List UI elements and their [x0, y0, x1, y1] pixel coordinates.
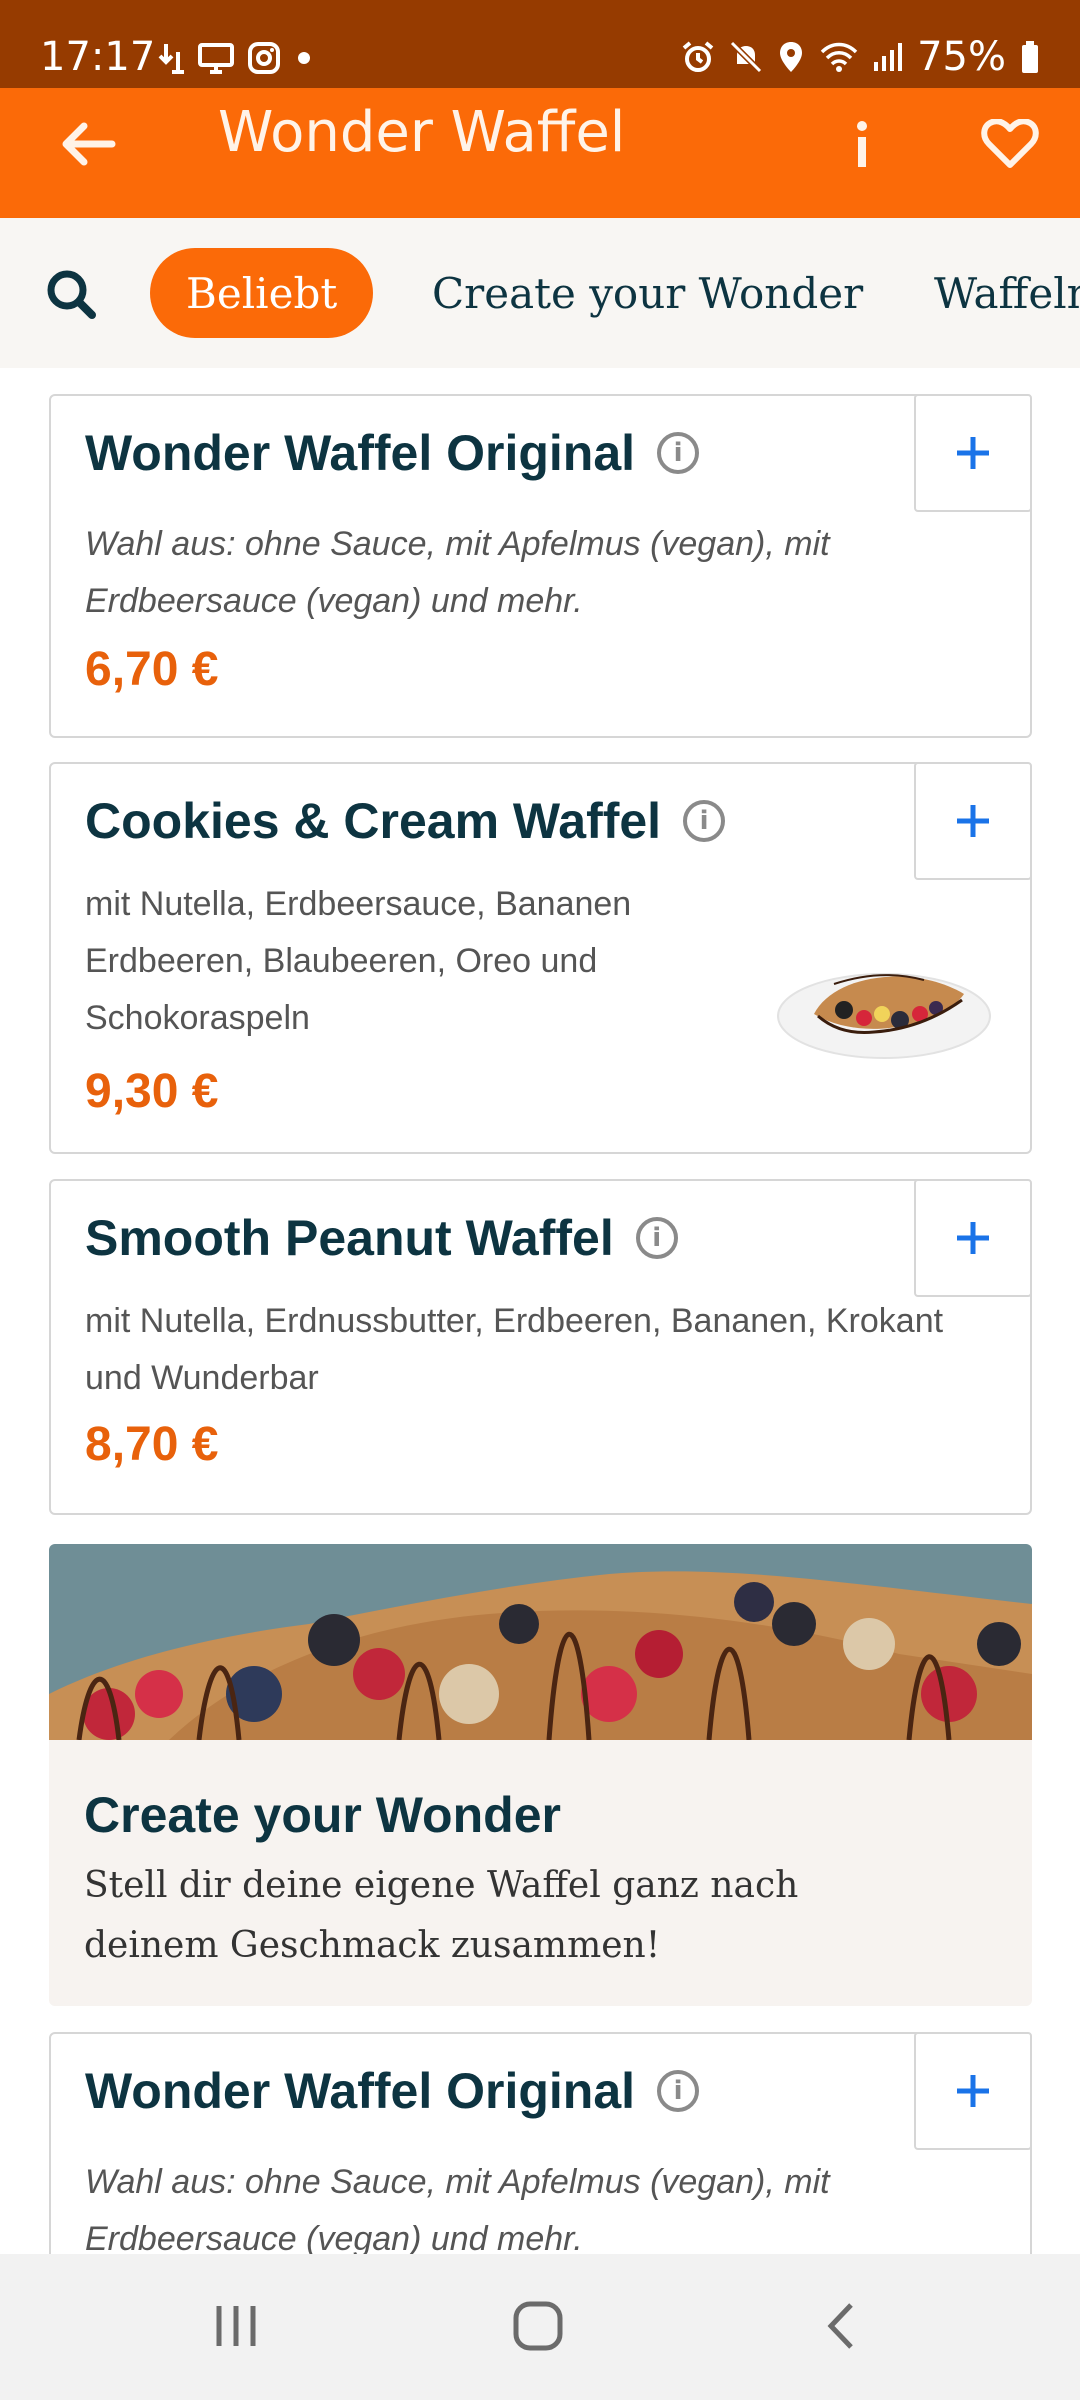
- add-to-cart-button[interactable]: [914, 762, 1032, 880]
- plus-icon: [957, 2075, 989, 2107]
- home-icon: [513, 2301, 563, 2351]
- tab-waffeln[interactable]: Waffeln: [934, 248, 1080, 338]
- status-left-icons: [158, 40, 314, 76]
- product-name: Wonder Waffel Original: [85, 2063, 636, 2119]
- product-price: 6,70 €: [85, 643, 219, 696]
- info-icon: [857, 121, 867, 167]
- product-price: 8,70 €: [85, 1418, 219, 1471]
- status-time: 17:17: [40, 34, 156, 80]
- back-button[interactable]: [52, 108, 124, 180]
- tab-beliebt[interactable]: Beliebt: [150, 248, 374, 338]
- add-to-cart-button[interactable]: [914, 1179, 1032, 1297]
- instagram-icon: [248, 42, 280, 74]
- product-info-icon[interactable]: i: [657, 2070, 700, 2112]
- product-card[interactable]: Smooth Peanut Waffel i mit Nutella, Erdn…: [49, 1179, 1032, 1515]
- info-button[interactable]: [826, 108, 898, 180]
- signal-icon: [874, 43, 903, 71]
- product-title-row: Wonder Waffel Original i: [85, 424, 700, 482]
- alarm-icon: [682, 41, 714, 72]
- product-image[interactable]: [774, 944, 994, 1064]
- app-bar: Wonder Waffel: [0, 88, 1080, 218]
- favorite-button[interactable]: [970, 108, 1050, 180]
- recent-apps-icon: [216, 2306, 256, 2346]
- product-info-icon[interactable]: i: [657, 432, 700, 474]
- product-info-icon[interactable]: i: [683, 800, 726, 842]
- recent-apps-button[interactable]: [186, 2284, 286, 2368]
- download-arrow-icon: [158, 44, 184, 74]
- back-arrow-icon: [62, 122, 116, 166]
- app-title: Wonder Waffel: [218, 100, 626, 165]
- menu-list[interactable]: Wonder Waffel Original i Wahl aus: ohne …: [0, 368, 1080, 2254]
- category-search-button[interactable]: [38, 264, 104, 324]
- battery-percent: 75%: [917, 34, 1006, 80]
- product-description: mit Nutella, Erdbeersauce, Bananen Erdbe…: [85, 885, 632, 1037]
- promo-title: Create your Wonder: [84, 1787, 561, 1843]
- product-description: mit Nutella, Erdnussbutter, Erdbeeren, B…: [85, 1302, 944, 1397]
- product-card[interactable]: Wonder Waffel Original i Wahl aus: ohne …: [49, 394, 1032, 738]
- battery-icon: [1022, 41, 1038, 73]
- screen-cast-icon: [198, 43, 234, 74]
- promo-banner[interactable]: Create your Wonder Stell dir deine eigen…: [49, 1544, 1032, 2006]
- plus-icon: [957, 805, 989, 837]
- promo-image: [49, 1544, 1032, 1740]
- product-title-row: Smooth Peanut Waffel i: [85, 1209, 678, 1267]
- category-bar: Beliebt Create your Wonder Waffeln: [0, 218, 1080, 368]
- product-info-icon[interactable]: i: [635, 1217, 678, 1259]
- product-name: Cookies & Cream Waffel: [85, 793, 662, 849]
- location-icon: [780, 42, 803, 72]
- product-title-row: Wonder Waffel Original i: [85, 2062, 700, 2120]
- system-nav-bar: [0, 2254, 1080, 2400]
- add-to-cart-button[interactable]: [914, 394, 1032, 512]
- product-card[interactable]: Cookies & Cream Waffel i mit Nutella, Er…: [49, 762, 1032, 1154]
- heart-icon: [981, 119, 1039, 168]
- product-name: Wonder Waffel Original: [85, 425, 636, 481]
- back-icon: [827, 2303, 853, 2349]
- product-card[interactable]: Wonder Waffel Original i Wahl aus: ohne …: [49, 2032, 1032, 2254]
- mute-icon: [729, 40, 763, 74]
- product-price: 9,30 €: [85, 1065, 219, 1118]
- add-to-cart-button[interactable]: [914, 2032, 1032, 2150]
- tab-create-your-wonder[interactable]: Create your Wonder: [432, 248, 863, 338]
- status-bar: 17:17 75%: [0, 0, 1080, 88]
- product-name: Smooth Peanut Waffel: [85, 1210, 614, 1266]
- search-icon: [47, 270, 96, 319]
- status-right: 75%: [681, 34, 1040, 80]
- nav-back-button[interactable]: [790, 2284, 890, 2368]
- wifi-icon: [820, 42, 858, 72]
- product-description: Wahl aus: ohne Sauce, mit Apfelmus (vega…: [85, 2163, 830, 2254]
- promo-text: Stell dir deine eigene Waffel ganz nach …: [84, 1865, 799, 1966]
- plus-icon: [957, 1222, 989, 1254]
- product-description: Wahl aus: ohne Sauce, mit Apfelmus (vega…: [85, 525, 830, 620]
- product-title-row: Cookies & Cream Waffel i: [85, 792, 726, 850]
- home-button[interactable]: [488, 2284, 588, 2368]
- dot-icon: [298, 52, 310, 64]
- plus-icon: [957, 437, 989, 469]
